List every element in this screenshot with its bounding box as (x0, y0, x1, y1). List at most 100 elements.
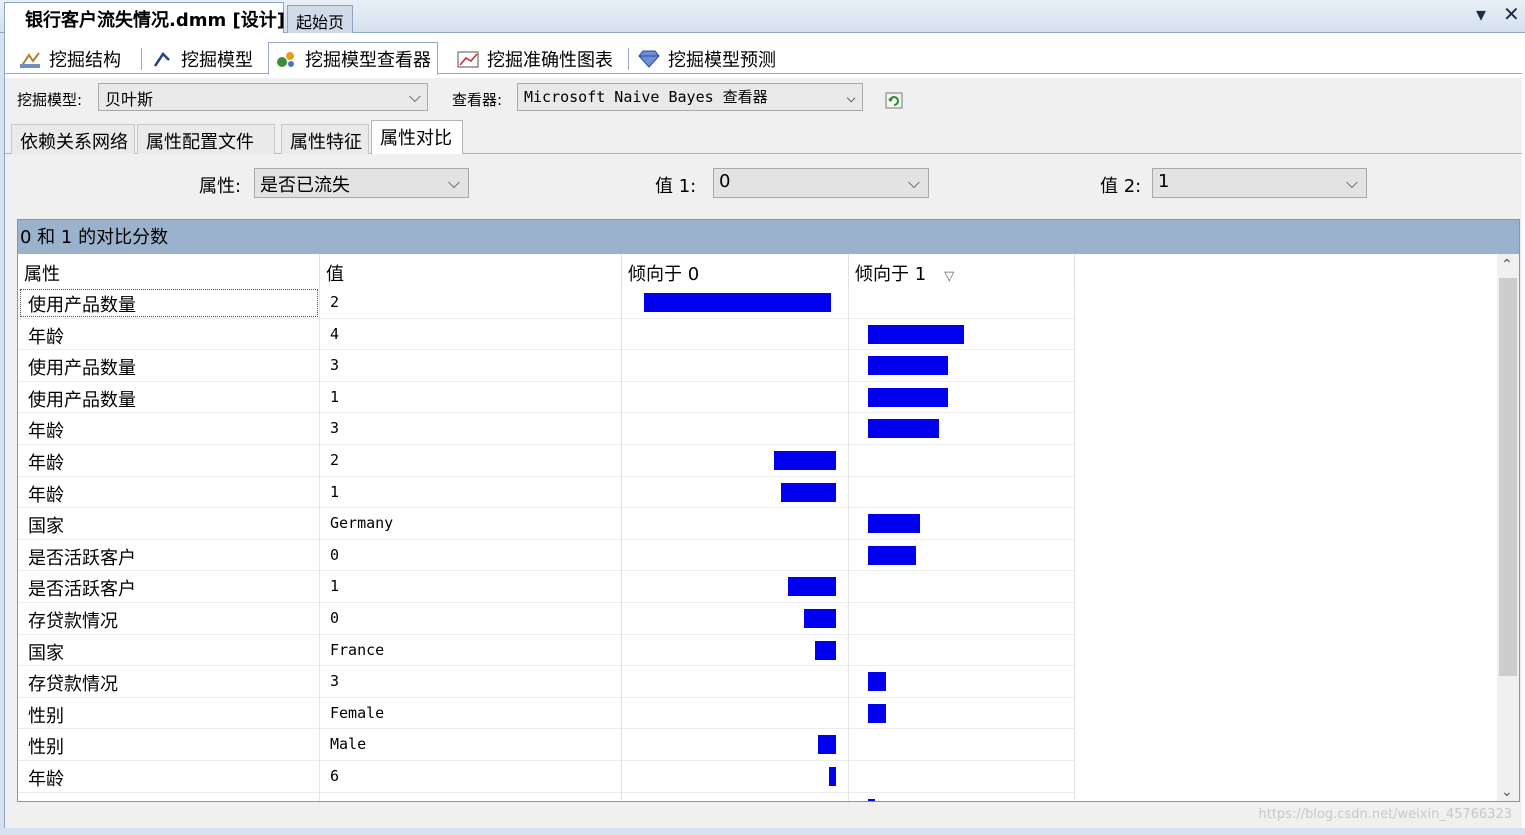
table-row[interactable]: 国家 Germany (18, 508, 1075, 540)
value-cell: 1 (320, 571, 622, 603)
doc-tab-start-page[interactable]: 起始页 (287, 5, 353, 33)
chevron-down-icon: ⌵ (846, 87, 856, 106)
value1-label: 值 1: (655, 176, 697, 197)
favor-1-cell (849, 602, 1075, 635)
designer-panel: 挖掘结构 挖掘模型 挖掘模型查看器 挖掘准确性图表 挖掘模型预测 挖掘模型: 贝… (4, 33, 1525, 828)
favor-0-bar (781, 482, 836, 502)
table-row[interactable]: 性别 Female (18, 697, 1075, 730)
table-row[interactable]: 存贷款情况 3 (18, 666, 1075, 698)
attribute-select[interactable]: 是否已流失 ⌵ (254, 168, 469, 198)
favor-1-cell (849, 444, 1075, 477)
tab-attribute-characteristics[interactable]: 属性特征 (281, 124, 369, 154)
value-cell: 3 (320, 666, 622, 698)
tab-model-viewer[interactable]: 挖掘模型查看器 (268, 42, 438, 75)
favor-1-cell (849, 539, 1075, 572)
favor-0-cell (622, 287, 849, 319)
favor-0-bar (829, 766, 836, 786)
favor-1-cell (849, 476, 1075, 509)
attribute-cell: 使用产品数量 (18, 287, 320, 319)
value1-value: 0 (719, 171, 731, 192)
favor-0-cell (622, 444, 849, 477)
value2-value: 1 (1158, 171, 1170, 192)
value-cell: 2 (320, 444, 622, 477)
tab-accuracy-chart[interactable]: 挖掘准确性图表 (451, 42, 619, 75)
attribute-cell: 性别 (18, 697, 320, 730)
table-row[interactable]: 是否活跃客户 1 (18, 571, 1075, 603)
table-row[interactable]: 年龄 6 (18, 760, 1075, 793)
table-row[interactable]: 是否活跃客户 0 (18, 539, 1075, 572)
value2-label: 值 2: (1100, 176, 1142, 197)
table-row[interactable]: 使用产品数量 2 (18, 287, 1075, 319)
table-row[interactable]: 使用产品数量4 (18, 792, 1075, 801)
value-cell: 2 (320, 287, 622, 319)
column-header-favor-0[interactable]: 倾向于 0 (622, 254, 849, 287)
favor-0-bar (644, 293, 831, 312)
attribute-cell: 年龄 (18, 318, 320, 351)
attribute-cell: 使用产品数量 (18, 381, 320, 414)
table-row[interactable]: 年龄 4 (18, 318, 1075, 351)
table-row[interactable]: 年龄 2 (18, 444, 1075, 477)
table-row[interactable]: 性别 Male (18, 729, 1075, 761)
column-header-favor-1[interactable]: 倾向于 1 ▽ (849, 254, 1075, 287)
header-label: 倾向于 1 (855, 264, 927, 285)
viewer-selector-bar: 挖掘模型: 贝叶斯 ⌵ 查看器: Microsoft Naive Bayes 查… (5, 78, 1522, 118)
favor-1-cell (849, 318, 1075, 351)
designer-tab-strip: 挖掘结构 挖掘模型 挖掘模型查看器 挖掘准确性图表 挖掘模型预测 (5, 38, 1522, 75)
close-icon[interactable]: ✕ (1503, 2, 1520, 26)
viewer-label: 查看器: (452, 91, 503, 109)
value1-select[interactable]: 0 ⌵ (713, 168, 929, 198)
column-header-value[interactable]: 值 (320, 254, 622, 287)
tab-label: 挖掘准确性图表 (487, 49, 613, 71)
favor-1-cell (849, 792, 1075, 801)
scroll-down-icon[interactable]: ⌄ (1501, 784, 1513, 800)
attribute-cell: 存贷款情况 (18, 602, 320, 635)
table-row[interactable]: 存贷款情况 0 (18, 602, 1075, 635)
table-row[interactable]: 年龄 1 (18, 476, 1075, 509)
favor-0-cell (622, 318, 849, 351)
viewer-value: Microsoft Naive Bayes 查看器 (524, 88, 768, 106)
doc-tab-design[interactable]: 银行客户流失情况.dmm [设计] (4, 2, 285, 33)
attribute-cell: 是否活跃客户 (18, 571, 320, 603)
value-cell: Male (320, 729, 622, 761)
column-header-attribute[interactable]: 属性 (18, 254, 320, 287)
favor-0-cell (622, 413, 849, 445)
grid-title: 0 和 1 的对比分数 (18, 220, 1519, 254)
tab-mining-model[interactable]: 挖掘模型 (145, 42, 259, 75)
favor-0-cell (622, 539, 849, 572)
favor-0-cell (622, 476, 849, 509)
tab-dependency-network[interactable]: 依赖关系网络 (11, 124, 135, 154)
sort-descending-icon: ▽ (944, 269, 955, 284)
tab-label: 挖掘模型 (181, 49, 253, 71)
table-row[interactable]: 年龄 3 (18, 413, 1075, 445)
scrollbar-thumb[interactable] (1499, 278, 1517, 676)
tab-attribute-profiles[interactable]: 属性配置文件 (137, 124, 275, 154)
watermark: https://blog.csdn.net/weixin_45766323 (1258, 807, 1512, 822)
viewer-select[interactable]: Microsoft Naive Bayes 查看器 ⌵ (517, 83, 863, 111)
value2-select[interactable]: 1 ⌵ (1152, 168, 1367, 198)
attribute-cell: 性别 (18, 729, 320, 761)
viewer-sub-tab-strip: 依赖关系网络 属性配置文件 属性特征 属性对比 (5, 118, 1522, 155)
tab-attribute-discrimination[interactable]: 属性对比 (371, 120, 463, 155)
header-label: 属性 (24, 264, 60, 285)
table-row[interactable]: 国家 France (18, 634, 1075, 667)
favor-0-cell (622, 697, 849, 730)
table-row[interactable]: 使用产品数量 1 (18, 381, 1075, 414)
tab-prediction[interactable]: 挖掘模型预测 (632, 42, 782, 75)
favor-1-cell (849, 350, 1075, 382)
mining-model-select[interactable]: 贝叶斯 ⌵ (98, 83, 428, 111)
tab-mining-structure[interactable]: 挖掘结构 (13, 42, 127, 75)
vertical-scrollbar[interactable]: ⌃ ⌄ (1497, 254, 1519, 801)
attribute-cell: 年龄 (18, 760, 320, 793)
scroll-up-icon[interactable]: ⌃ (1501, 257, 1513, 273)
table-row[interactable]: 使用产品数量 3 (18, 350, 1075, 382)
chevron-down-icon: ⌵ (447, 173, 460, 192)
dropdown-icon[interactable]: ▾ (1476, 2, 1486, 26)
favor-1-bar (868, 419, 939, 439)
refresh-icon[interactable] (884, 90, 904, 110)
chevron-down-icon: ⌵ (1345, 173, 1358, 192)
favor-1-cell (849, 666, 1075, 698)
favor-0-bar (774, 450, 836, 470)
favor-1-cell (849, 571, 1075, 603)
model-viewer-icon (275, 48, 297, 70)
favor-0-cell (622, 666, 849, 698)
